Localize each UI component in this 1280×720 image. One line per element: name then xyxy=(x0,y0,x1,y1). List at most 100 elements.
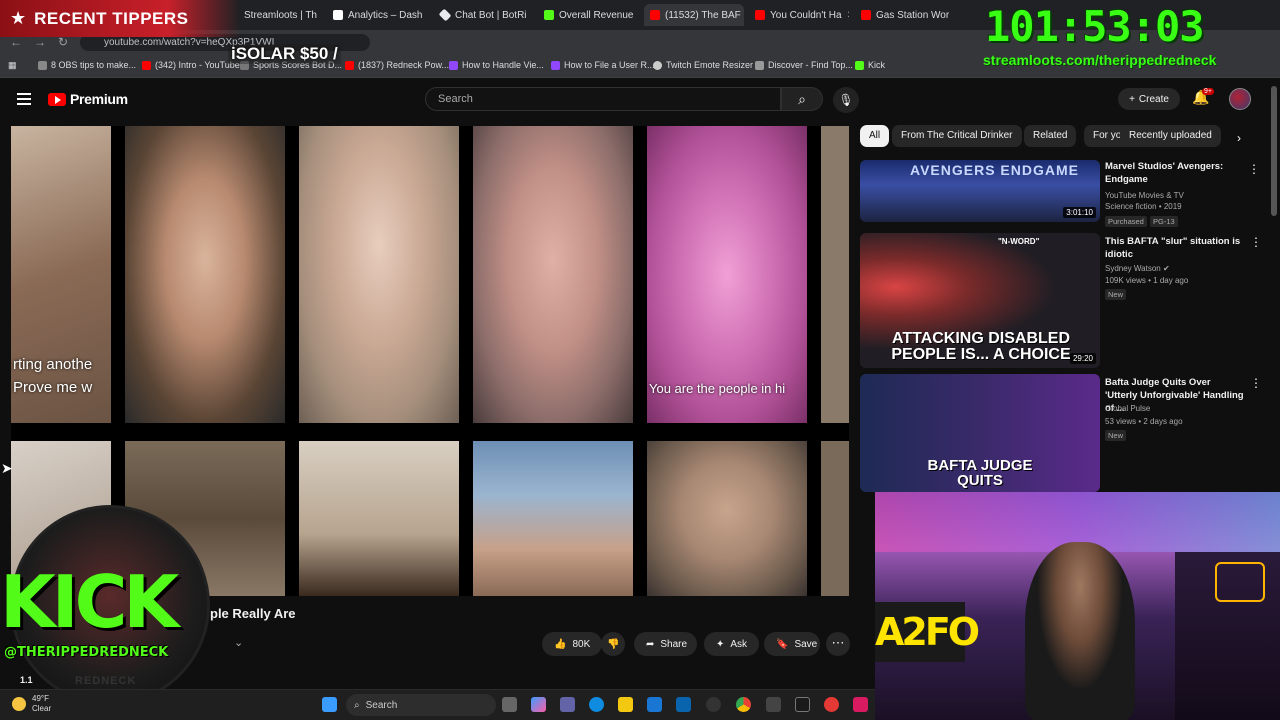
copilot-icon[interactable] xyxy=(531,697,546,712)
ask-button[interactable]: ✦ Ask xyxy=(704,632,759,656)
search-button[interactable]: ⌕ xyxy=(781,87,823,111)
video-panel xyxy=(647,441,807,596)
youtube-logo-icon xyxy=(48,92,66,106)
bookmark-item[interactable]: How to File a User R... xyxy=(551,60,655,70)
recent-tippers-label: RECENT TIPPERS xyxy=(34,8,189,28)
streamloots-url: streamloots.com/therippedredneck xyxy=(983,52,1217,68)
tab-streamloots[interactable]: Streamloots | Th ✕ xyxy=(238,4,323,26)
recommendation-item[interactable]: AVENGERS ENDGAME 3:01:10 Marvel Studios'… xyxy=(860,160,1260,227)
video-thumbnail[interactable]: BAFTA JUDGE QUITS xyxy=(860,374,1100,492)
recommendation-item[interactable]: BAFTA JUDGE QUITS Bafta Judge Quits Over… xyxy=(860,374,1262,492)
terminal-icon[interactable] xyxy=(795,697,810,712)
bookmark-item-kick[interactable]: Kick xyxy=(855,60,885,70)
video-panel xyxy=(821,126,849,423)
bookmark-item[interactable]: (1837) Redneck Pow... xyxy=(345,60,449,70)
task-view-icon[interactable] xyxy=(502,697,517,712)
apps-icon[interactable]: ▦ xyxy=(8,60,17,71)
star-icon: ★ xyxy=(10,8,27,28)
recommendation-item[interactable]: "N-WORD" ATTACKING DISABLED PEOPLE IS...… xyxy=(860,233,1262,368)
menu-icon[interactable] xyxy=(17,93,31,105)
chip-related[interactable]: Related xyxy=(1024,125,1077,147)
tab-youtube-2[interactable]: You Couldn't Ha ✕ xyxy=(749,4,849,26)
windows-start-icon[interactable] xyxy=(322,697,337,712)
scrollbar[interactable] xyxy=(1271,86,1277,216)
bookmark-item[interactable]: 8 OBS tips to make... xyxy=(38,60,136,70)
reload-icon[interactable]: ↻ xyxy=(58,35,68,49)
app-icon[interactable] xyxy=(766,697,781,712)
close-icon[interactable]: ✕ xyxy=(954,10,955,21)
tab-label: You Couldn't Ha xyxy=(770,9,842,21)
create-button[interactable]: + Create xyxy=(1118,88,1180,110)
video-caption: rting anothe xyxy=(13,356,93,373)
channel-name[interactable]: Global Pulse xyxy=(1105,403,1150,414)
recommendation-title[interactable]: Marvel Studios' Avengers: Endgame xyxy=(1105,160,1245,186)
youtube-favicon xyxy=(861,10,871,20)
share-label: Share xyxy=(660,638,688,650)
chevron-right-icon[interactable]: › xyxy=(1237,131,1241,145)
search-input[interactable]: Search xyxy=(425,87,781,111)
kick-wordmark: KICK xyxy=(0,560,179,644)
teams-icon[interactable] xyxy=(560,697,575,712)
obs-icon[interactable] xyxy=(706,697,721,712)
mouse-cursor-icon: ➤ xyxy=(1,460,13,476)
search-icon: ⌕ xyxy=(354,699,360,711)
bookmark-item[interactable]: Discover - Find Top... xyxy=(755,60,853,70)
avatar[interactable] xyxy=(1229,88,1251,110)
bookmark-icon: 🔖 xyxy=(776,638,789,650)
more-vertical-icon[interactable]: ⋮ xyxy=(1248,162,1260,176)
tab-label: Streamloots | Th xyxy=(244,9,317,21)
recommendation-title[interactable]: This BAFTA "slur" situation is idiotic xyxy=(1105,235,1245,261)
thumbnail-tag: "N-WORD" xyxy=(998,237,1040,246)
favicon xyxy=(438,8,452,22)
app-icon[interactable] xyxy=(853,697,868,712)
weather-widget[interactable]: 49°F Clear xyxy=(12,694,51,714)
tab-youtube-3[interactable]: Gas Station Wor ✕ xyxy=(855,4,955,26)
back-icon[interactable]: ← xyxy=(10,35,22,49)
bookmark-item[interactable]: Twitch Emote Resizer xyxy=(653,60,753,70)
video-caption: Prove me w xyxy=(13,379,93,396)
chip-from-channel[interactable]: From The Critical Drinker xyxy=(892,125,1022,147)
tipper-ticker: iSOLAR $50 / xyxy=(228,44,341,64)
more-vertical-icon[interactable]: ⋮ xyxy=(1250,376,1262,390)
forward-icon[interactable]: → xyxy=(34,35,46,49)
dislike-button[interactable]: 👎 xyxy=(601,632,625,656)
app-icon[interactable] xyxy=(824,697,839,712)
close-icon[interactable]: ✕ xyxy=(322,10,323,21)
like-button[interactable]: 👍 80K xyxy=(542,632,602,656)
video-thumbnail[interactable]: "N-WORD" ATTACKING DISABLED PEOPLE IS...… xyxy=(860,233,1100,368)
chip-recently-uploaded[interactable]: Recently uploaded xyxy=(1120,125,1221,147)
moon-icon xyxy=(12,697,26,711)
rating-badge: PG-13 xyxy=(1150,216,1178,227)
thumbs-up-icon: 👍 xyxy=(554,638,567,650)
share-button[interactable]: ➦ Share xyxy=(634,632,697,656)
bookmark-item[interactable]: How to Handle Vie... xyxy=(449,60,544,70)
tab-label: Analytics – Dash xyxy=(348,9,423,21)
edge-icon[interactable] xyxy=(589,697,604,712)
youtube-premium-logo[interactable]: Premium xyxy=(48,91,128,107)
video-thumbnail[interactable]: AVENGERS ENDGAME 3:01:10 xyxy=(860,160,1100,222)
bookmark-item[interactable]: (342) Intro - YouTube xyxy=(142,60,240,70)
outlook-icon[interactable] xyxy=(676,697,691,712)
video-panel xyxy=(299,441,459,596)
channel-name[interactable]: YouTube Movies & TV xyxy=(1105,190,1184,201)
voice-search-button[interactable]: 🎙 xyxy=(833,87,859,113)
store-icon[interactable] xyxy=(647,697,662,712)
taskbar-search[interactable]: ⌕ Search xyxy=(346,694,496,716)
tab-analytics[interactable]: Analytics – Dash✕ xyxy=(327,4,427,26)
neon-sign: A2FO xyxy=(875,602,980,662)
search-icon: ⌕ xyxy=(798,91,806,107)
save-button[interactable]: 🔖 Save xyxy=(764,632,820,656)
temperature: 49°F xyxy=(32,694,49,703)
chrome-icon[interactable] xyxy=(736,697,751,712)
tab-youtube-active[interactable]: (11532) The BAF✕ xyxy=(644,4,744,26)
more-vertical-icon[interactable]: ⋮ xyxy=(1250,235,1262,249)
more-actions-button[interactable]: ⋯ xyxy=(826,632,850,656)
close-icon[interactable]: ✕ xyxy=(847,10,849,21)
tab-revenue[interactable]: Overall Revenue✕ xyxy=(538,4,638,26)
chevron-down-icon[interactable]: ⌄ xyxy=(234,636,243,649)
channel-row[interactable]: Sydney Watson ✔ xyxy=(1105,263,1170,274)
more-horizontal-icon: ⋯ xyxy=(831,635,845,650)
tab-chatbot[interactable]: Chat Bot | BotRi xyxy=(434,4,532,26)
file-explorer-icon[interactable] xyxy=(618,697,633,712)
chip-all[interactable]: All xyxy=(860,125,890,147)
